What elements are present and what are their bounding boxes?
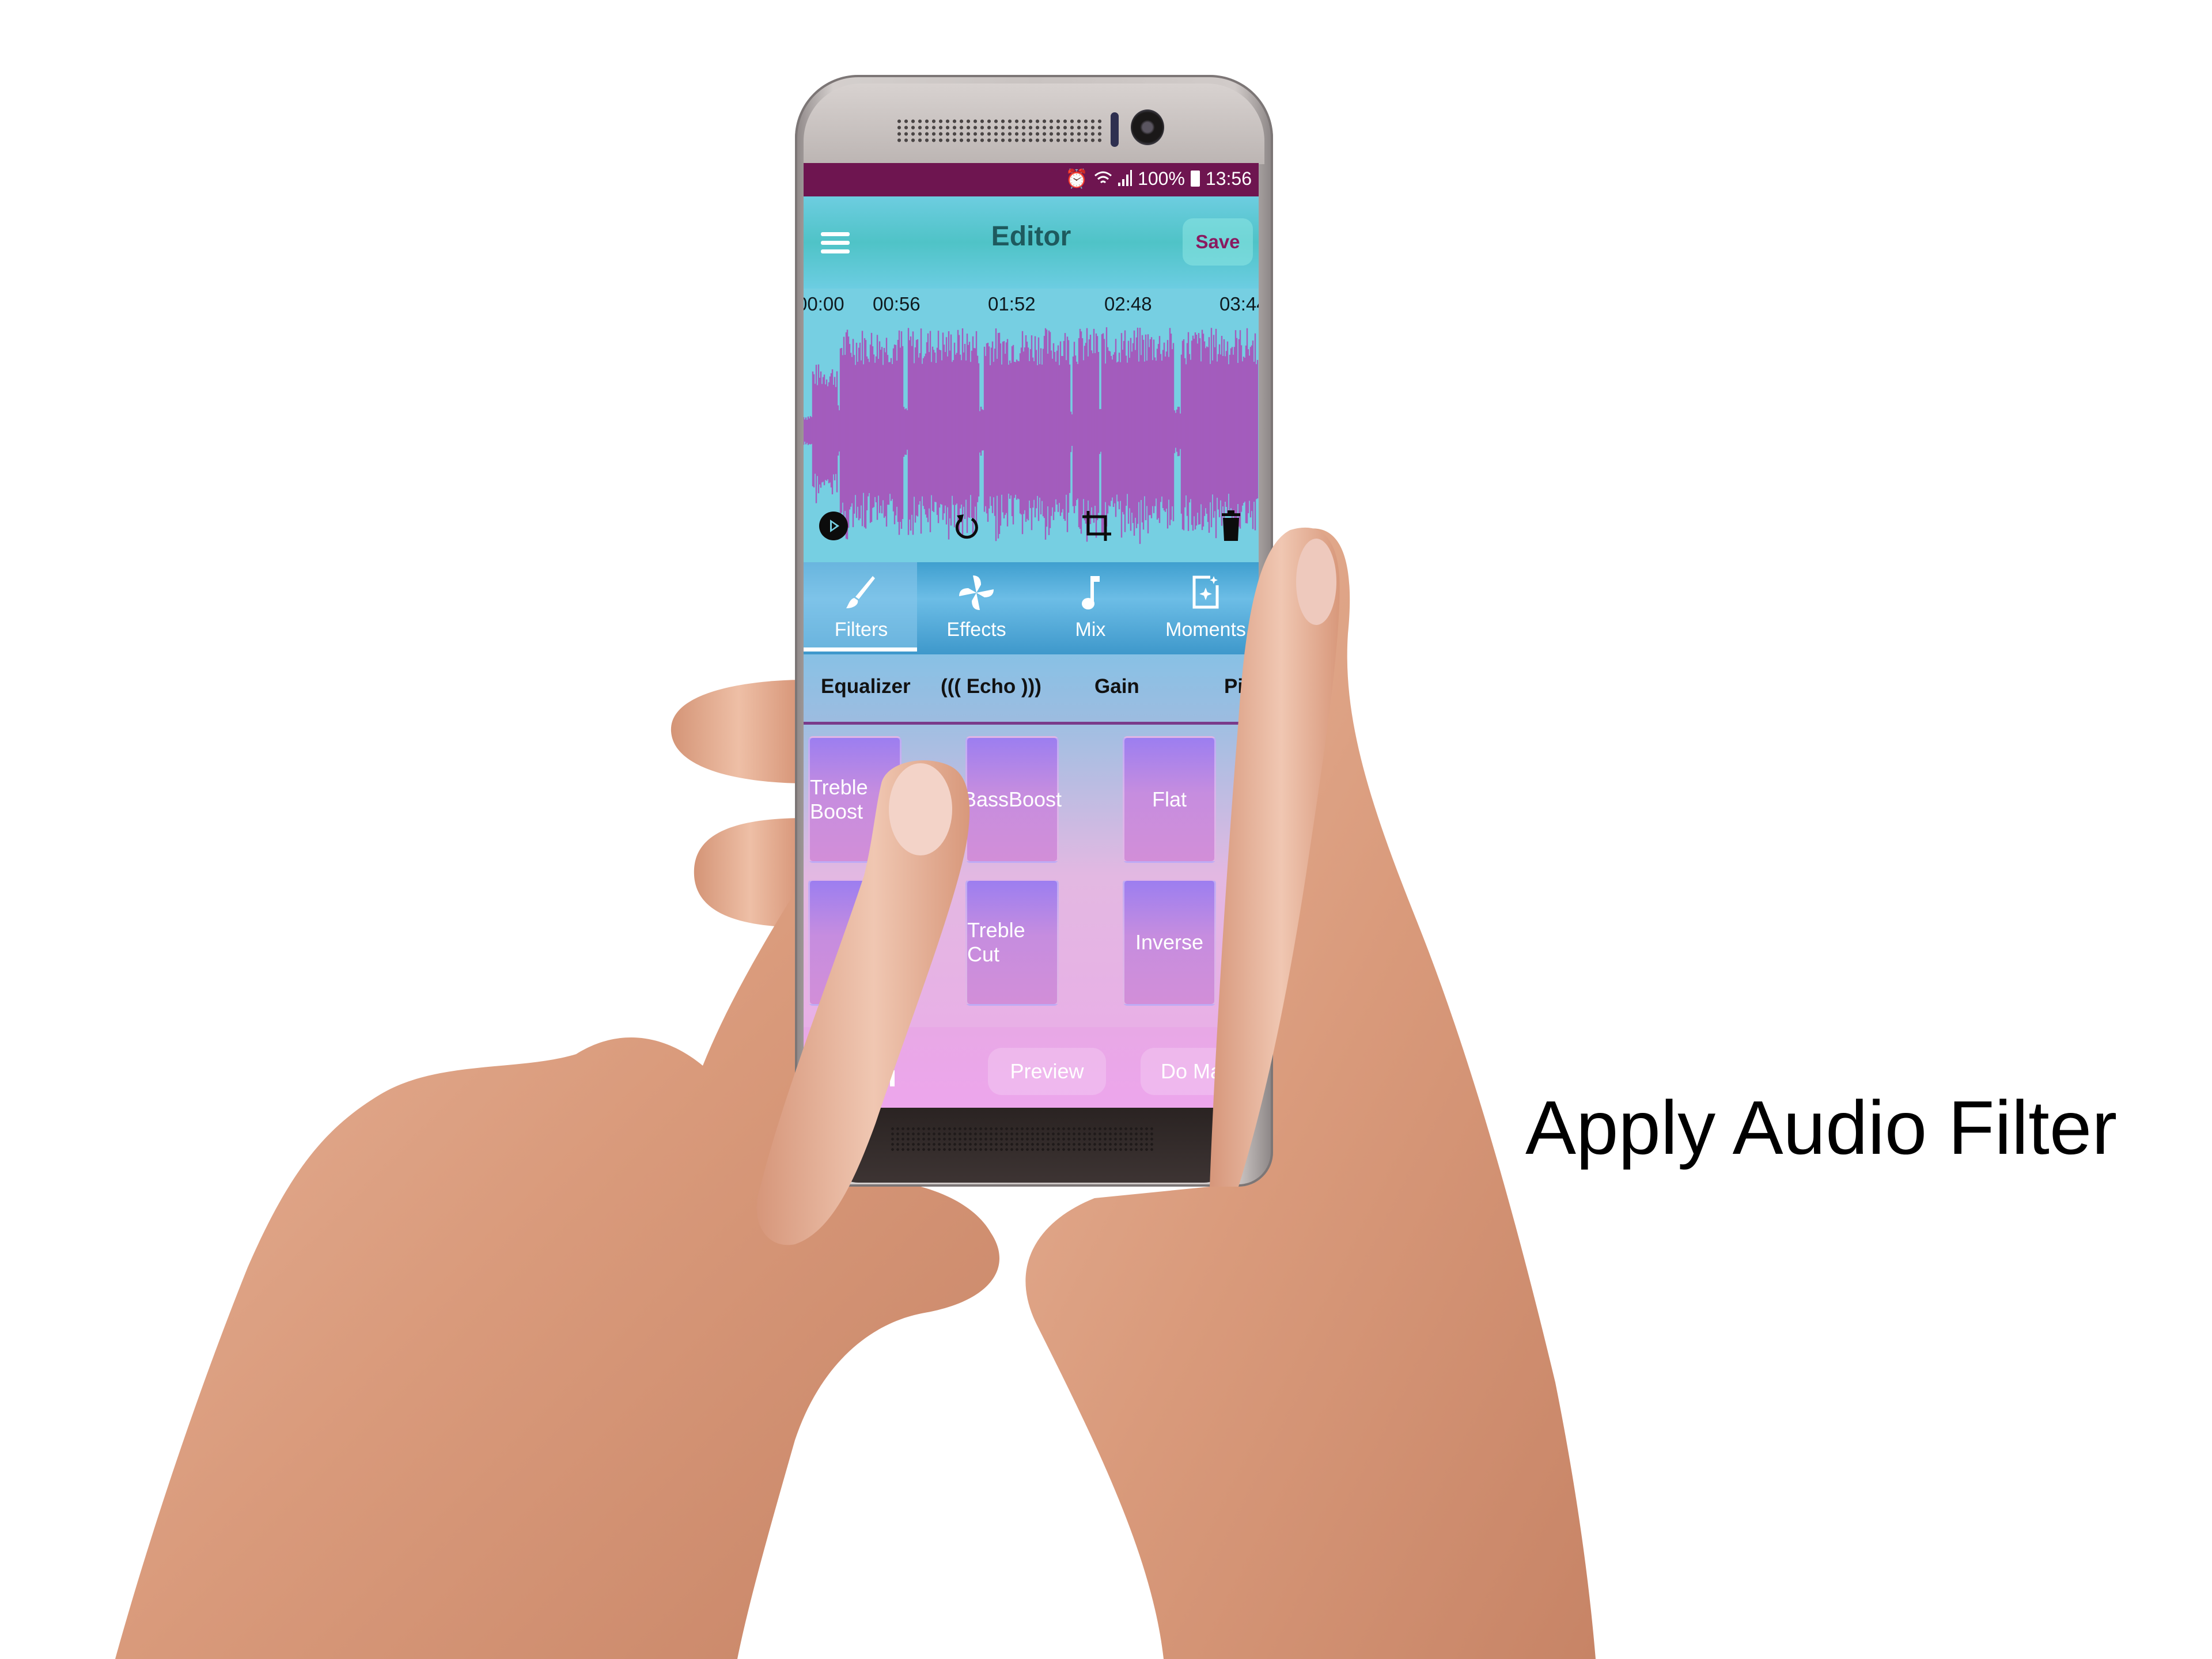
crop-icon[interactable]: [1080, 509, 1115, 543]
holding-hand-fingers: [671, 680, 806, 783]
tab-label: Mix: [1075, 619, 1106, 641]
battery-percent: 100%: [1138, 168, 1185, 189]
active-tab-indicator: [804, 647, 917, 652]
music-note-icon: [1082, 576, 1100, 609]
tab-moments[interactable]: Moments: [1148, 562, 1259, 652]
bottom-speaker: [890, 1126, 1155, 1152]
caption-text: Apply Audio Filter: [1525, 1085, 2118, 1170]
tab-mix[interactable]: Mix: [1033, 562, 1148, 652]
signal-icon: [1118, 170, 1132, 186]
timeline-tick: 02:48: [1104, 293, 1152, 315]
wifi-icon: [1094, 171, 1112, 184]
tab-label: Effects: [946, 619, 1006, 641]
clock: 13:56: [1205, 168, 1252, 189]
save-button[interactable]: Save: [1183, 218, 1253, 266]
filter-grid: Treble Boost BassBoost Flat Treble Cut I…: [804, 725, 1259, 1027]
tab-filters[interactable]: Filters: [804, 562, 917, 652]
subtab-pitch[interactable]: Pitch: [1224, 675, 1259, 698]
filter-tile[interactable]: Treble Cut: [965, 879, 1059, 1006]
pinwheel-icon: [959, 575, 994, 610]
filter-tile[interactable]: Treble Boost: [808, 736, 902, 863]
app-screen: ⏰ 100% 13:56 Editor Save 00:00 00:56 01:…: [804, 163, 1259, 1108]
timeline-tick: 00:00: [804, 293, 844, 315]
waveform-toolbar: [804, 503, 1259, 549]
subtab-equalizer[interactable]: Equalizer: [821, 675, 911, 698]
front-camera: [1131, 109, 1164, 145]
filter-tile[interactable]: Flat: [1123, 736, 1216, 863]
status-bar: ⏰ 100% 13:56: [804, 163, 1259, 196]
timeline-tick: 03:44: [1219, 293, 1259, 315]
tab-label: Moments: [1165, 619, 1246, 641]
trash-icon[interactable]: [1214, 509, 1248, 543]
earpiece-speaker: [896, 118, 1103, 144]
filter-tile[interactable]: Inverse: [1123, 879, 1216, 1006]
battery-icon: [1190, 171, 1200, 187]
bar-chart-icon[interactable]: [873, 1059, 896, 1086]
sparkle-frame-icon: [1192, 575, 1219, 609]
filter-tile[interactable]: [808, 879, 902, 1006]
alarm-icon: ⏰: [1065, 168, 1089, 189]
bottom-action-bar: Preview Do Magic: [804, 1027, 1259, 1108]
app-header: Editor Save: [804, 196, 1259, 289]
do-magic-button[interactable]: Do Magic: [1141, 1048, 1259, 1095]
filter-tile[interactable]: BassBoost: [963, 736, 1062, 863]
brush-icon: [846, 576, 875, 608]
filter-subtabs: Equalizer ((( Echo ))) Gain Pitch: [804, 654, 1259, 724]
tab-effects[interactable]: Effects: [919, 562, 1034, 652]
subtab-echo[interactable]: ((( Echo ))): [941, 675, 1041, 698]
timeline-tick: 01:52: [988, 293, 1036, 315]
tab-label: Filters: [834, 619, 888, 641]
proximity-sensor: [1111, 112, 1119, 147]
undo-icon[interactable]: [949, 509, 983, 543]
main-tabs: Filters Effects Mix Moments: [804, 562, 1259, 654]
subtab-gain[interactable]: Gain: [1094, 675, 1139, 698]
preview-button[interactable]: Preview: [988, 1048, 1106, 1095]
play-circle-icon[interactable]: [816, 509, 851, 543]
timeline-tick: 00:56: [873, 293, 921, 315]
